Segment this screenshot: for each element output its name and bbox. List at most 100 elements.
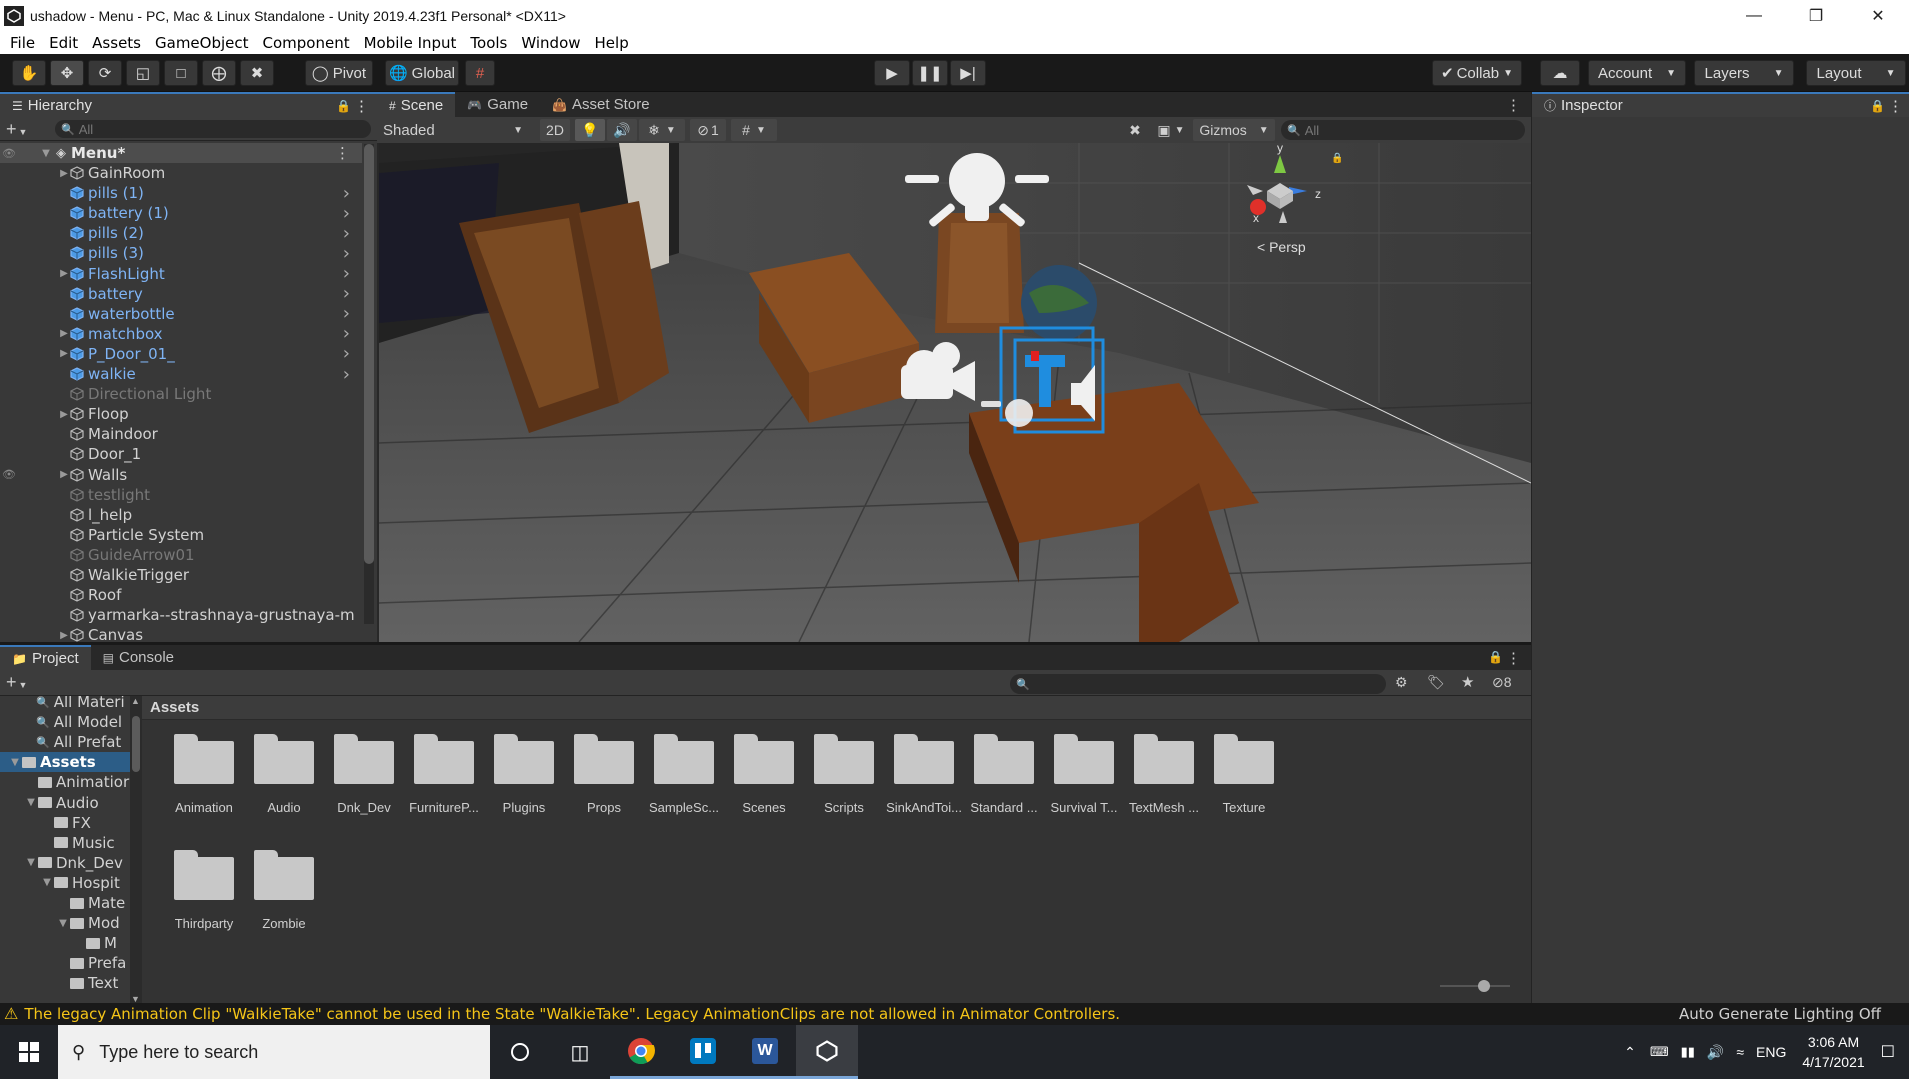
hierarchy-item[interactable]: WalkieTrigger	[0, 565, 362, 585]
asset-folder[interactable]: Dnk_Dev	[324, 734, 404, 815]
project-tree-item[interactable]: ▼ Dnk_Dev	[0, 853, 130, 873]
prefab-open-chevron-icon[interactable]: ›	[343, 364, 350, 385]
scroll-up-icon[interactable]: ▲	[131, 696, 140, 706]
hierarchy-item[interactable]: pills (2) ›	[0, 223, 362, 244]
pause-button[interactable]: ❚❚	[912, 60, 948, 86]
asset-folder[interactable]: Audio	[244, 734, 324, 815]
menu-component[interactable]: Component	[263, 34, 350, 52]
tab-console[interactable]: ▤ Console	[91, 645, 186, 670]
gizmos-dropdown[interactable]: Gizmos ▼	[1193, 119, 1275, 141]
chevron-down-icon[interactable]: ▼	[24, 797, 38, 808]
tab-game[interactable]: 🎮 Game	[455, 92, 540, 117]
icon-size-slider[interactable]	[1440, 979, 1510, 993]
hierarchy-item[interactable]: pills (3) ›	[0, 243, 362, 264]
hierarchy-item[interactable]: Maindoor	[0, 424, 362, 444]
asset-folder[interactable]: SinkAndToi...	[884, 734, 964, 815]
scene-root-row[interactable]: 👁 ▼ ◈ Menu* ⋮	[0, 143, 362, 163]
more-icon[interactable]: ⋮	[1888, 97, 1903, 115]
chevron-right-icon[interactable]: ▶	[58, 348, 70, 359]
lock-icon[interactable]: 🔒	[1331, 153, 1343, 164]
hand-tool-button[interactable]: ✋	[12, 60, 46, 86]
search-by-type-icon[interactable]: ⚙	[1395, 674, 1408, 691]
hierarchy-item[interactable]: walkie ›	[0, 364, 362, 385]
project-tree-item[interactable]: Animatior	[0, 772, 130, 792]
layers-dropdown[interactable]: Layers ▼	[1694, 60, 1794, 86]
asset-folder[interactable]: Props	[564, 734, 644, 815]
move-tool-button[interactable]: ✥	[50, 60, 84, 86]
rect-tool-button[interactable]: □	[164, 60, 198, 86]
keyboard-icon[interactable]: ⌨	[1650, 1044, 1669, 1060]
hierarchy-item[interactable]: ▶ FlashLight ›	[0, 263, 362, 284]
hierarchy-item[interactable]: testlight	[0, 485, 362, 505]
project-tree-item[interactable]: 🔍 All Prefat	[0, 732, 130, 752]
hierarchy-item[interactable]: ▶ matchbox ›	[0, 323, 362, 344]
word-taskbar-button[interactable]: W	[734, 1025, 796, 1079]
camera-dropdown[interactable]: ▣ ▼	[1153, 119, 1189, 141]
chevron-right-icon[interactable]: ▶	[58, 630, 70, 641]
2d-toggle[interactable]: 2D	[540, 119, 570, 141]
status-message[interactable]: The legacy Animation Clip "WalkieTake" c…	[24, 1005, 1120, 1023]
language-indicator[interactable]: ENG	[1756, 1044, 1786, 1060]
chevron-right-icon[interactable]: ▶	[58, 168, 70, 179]
scale-tool-button[interactable]: ◱	[126, 60, 160, 86]
visibility-eye-icon[interactable]: 👁	[2, 147, 16, 160]
play-button[interactable]: ▶	[874, 60, 910, 86]
grid-snap-button[interactable]: #	[465, 60, 495, 86]
chevron-down-icon[interactable]: ▼	[40, 877, 54, 888]
asset-folder[interactable]: Plugins	[484, 734, 564, 815]
volume-icon[interactable]: 🔊	[1707, 1044, 1724, 1061]
chevron-down-icon[interactable]: ▼	[40, 148, 52, 159]
hierarchy-item[interactable]: battery (1) ›	[0, 203, 362, 224]
hierarchy-item[interactable]: yarmarka--strashnaya-grustnaya-m	[0, 605, 362, 625]
add-button[interactable]: + ▼	[6, 672, 27, 693]
maximize-button[interactable]: ❐	[1785, 0, 1847, 31]
project-tree-item[interactable]: ▼ Hospit	[0, 873, 130, 893]
asset-folder[interactable]: Zombie	[244, 850, 324, 931]
chevron-down-icon[interactable]: ▼	[56, 918, 70, 929]
chevron-right-icon[interactable]: ▶	[58, 268, 70, 279]
audio-toggle[interactable]: 🔊	[607, 119, 637, 141]
shading-mode-dropdown[interactable]: Shaded ▼	[379, 119, 529, 141]
prefab-open-chevron-icon[interactable]: ›	[343, 303, 350, 324]
tools-button[interactable]: ✖	[1121, 119, 1149, 141]
hierarchy-item[interactable]: ▶ GainRoom	[0, 163, 362, 183]
hierarchy-item[interactable]: Door_1	[0, 444, 362, 464]
chevron-down-icon[interactable]: ▼	[24, 857, 38, 868]
prefab-open-chevron-icon[interactable]: ›	[343, 343, 350, 364]
hierarchy-item[interactable]: l_help	[0, 505, 362, 525]
step-button[interactable]: ▶|	[950, 60, 986, 86]
auto-lighting-status[interactable]: Auto Generate Lighting Off	[1679, 1005, 1881, 1023]
task-view-button[interactable]: ◫	[550, 1025, 610, 1079]
slider-thumb[interactable]	[1478, 980, 1490, 992]
prefab-open-chevron-icon[interactable]: ›	[343, 283, 350, 304]
cloud-button[interactable]: ☁	[1540, 60, 1580, 86]
lighting-toggle[interactable]: 💡	[575, 119, 605, 141]
more-icon[interactable]: ⋮	[1506, 96, 1521, 114]
asset-folder[interactable]: Thirdparty	[164, 850, 244, 931]
hierarchy-scrollbar[interactable]	[364, 144, 374, 624]
hierarchy-item[interactable]: waterbottle ›	[0, 303, 362, 324]
asset-folder[interactable]: TextMesh ...	[1124, 734, 1204, 815]
hierarchy-item[interactable]: ▶ Walls	[0, 465, 362, 485]
project-tree-item[interactable]: ▼ Audio	[0, 793, 130, 813]
prefab-open-chevron-icon[interactable]: ›	[343, 183, 350, 204]
menu-gameobject[interactable]: GameObject	[155, 34, 249, 52]
menu-tools[interactable]: Tools	[470, 34, 507, 52]
project-tree-item[interactable]: ▼ Mod	[0, 913, 130, 933]
tab-project[interactable]: 📁 Project	[0, 645, 91, 670]
hierarchy-item[interactable]: Directional Light	[0, 384, 362, 404]
hierarchy-search-input[interactable]: 🔍 All	[55, 120, 371, 138]
global-toggle[interactable]: 🌐 Global	[385, 60, 459, 86]
notification-icon[interactable]: ☐	[1881, 1042, 1895, 1062]
lock-icon[interactable]: 🔒	[1488, 650, 1503, 664]
visibility-eye-icon[interactable]: 👁	[2, 468, 16, 481]
unity-taskbar-button[interactable]	[796, 1025, 858, 1079]
grid-dropdown[interactable]: # ▼	[731, 119, 777, 141]
taskbar-search-box[interactable]: ⚲ Type here to search	[58, 1025, 490, 1079]
tab-asset-store[interactable]: 👜 Asset Store	[540, 92, 662, 117]
account-dropdown[interactable]: Account ▼	[1588, 60, 1686, 86]
status-bar[interactable]: ⚠ The legacy Animation Clip "WalkieTake"…	[0, 1003, 1909, 1025]
project-search-input[interactable]: 🔍	[1010, 674, 1386, 694]
hierarchy-item[interactable]: Roof	[0, 585, 362, 605]
breadcrumb-assets[interactable]: Assets	[150, 699, 199, 716]
